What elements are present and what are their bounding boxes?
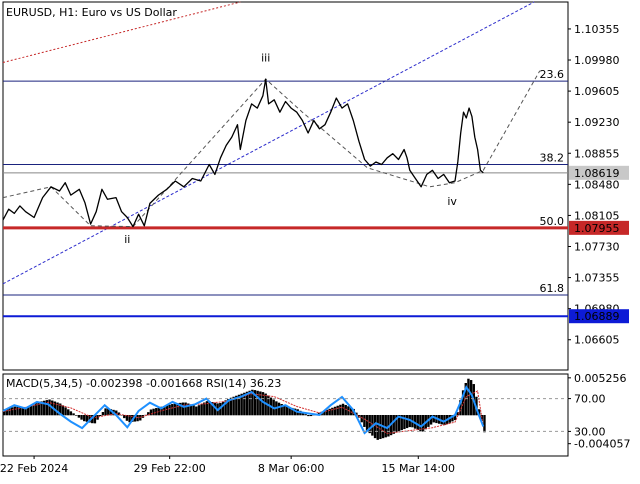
macd-bar [379, 415, 381, 439]
macd-bar [374, 415, 376, 438]
macd-bar [195, 407, 197, 416]
macd-bar [171, 404, 173, 415]
macd-bar [70, 411, 72, 415]
support-price-tag: 1.07955 [574, 222, 620, 235]
price-tick-label: 1.07355 [574, 272, 620, 285]
macd-bar [86, 415, 88, 422]
price-tick-label: 1.08105 [574, 209, 620, 222]
macd-bar [80, 415, 82, 420]
macd-bar [342, 404, 344, 416]
macd-bar [14, 407, 16, 416]
macd-bar [329, 409, 331, 416]
price-tick-label: 1.08480 [574, 178, 620, 191]
time-tick-label: 8 Mar 06:00 [258, 462, 324, 475]
macd-bar [174, 404, 176, 416]
macd-bar [307, 415, 309, 416]
indicator-label: MACD(5,34,5) -0.002398 -0.001668 RSI(14)… [6, 377, 281, 390]
time-tick-label: 29 Feb 22:00 [134, 462, 206, 475]
fib-label: 23.6 [540, 68, 565, 81]
wave-label: iv [447, 195, 457, 208]
price-tick-label: 1.08855 [574, 147, 620, 160]
price-tick-label: 1.09605 [574, 85, 620, 98]
macd-bar [11, 407, 13, 415]
macd-bar [104, 408, 106, 415]
price-tick-label: 1.09230 [574, 116, 620, 129]
price-tick-label: 1.06605 [574, 334, 620, 347]
wave-label: iii [261, 52, 270, 65]
macd-bar [67, 409, 69, 415]
macd-bar [30, 406, 32, 415]
macd-bar [337, 406, 339, 416]
indicator-tick-label: 70.00 [574, 393, 606, 406]
macd-bar [99, 415, 101, 416]
indicator-tick-label: 30.00 [574, 425, 606, 438]
macd-bar [152, 409, 154, 416]
indicator-tick-label: -0.004057 [574, 438, 630, 451]
indicator-tick-label: 0.005256 [574, 372, 627, 385]
fib-label: 38.2 [540, 151, 565, 164]
macd-bar [83, 415, 85, 421]
macd-bar [198, 405, 200, 415]
chart-title: EURUSD, H1: Euro vs US Dollar [6, 6, 177, 19]
macd-bar [366, 415, 368, 431]
macd-bar [182, 403, 184, 416]
fib-label: 50.0 [540, 215, 565, 228]
macd-bar [78, 415, 80, 418]
current-price-tag: 1.08619 [574, 167, 620, 180]
macd-bar [406, 415, 408, 428]
macd-bar [72, 413, 74, 415]
macd-bar [286, 407, 288, 416]
macd-bar [102, 412, 104, 415]
macd-bar [75, 415, 77, 416]
macd-bar [363, 415, 365, 427]
time-tick-label: 15 Mar 14:00 [382, 462, 455, 475]
price-tick-label: 1.07730 [574, 241, 620, 254]
macd-bar [339, 405, 341, 416]
macd-bar [64, 407, 66, 415]
macd-bar [467, 379, 469, 416]
macd-bar [331, 408, 333, 416]
macd-bar [16, 407, 18, 416]
eurusd-chart: 23.638.250.061.8 iiiiiiv 1.103551.099801… [0, 0, 640, 480]
macd-bar [150, 410, 152, 416]
macd-bar [417, 415, 419, 430]
macd-bar [278, 403, 280, 416]
macd-bar [310, 415, 312, 416]
fib-label: 61.8 [540, 282, 565, 295]
macd-bar [184, 403, 186, 416]
macd-bar [304, 414, 306, 415]
macd-bar [168, 405, 170, 416]
macd-bar [483, 415, 485, 432]
chart-root: 23.638.250.061.8 iiiiiiv 1.103551.099801… [0, 0, 640, 480]
price-tick-label: 1.10355 [574, 23, 620, 36]
macd-bar [166, 405, 168, 415]
blue-level-tag: 1.06889 [574, 310, 620, 323]
macd-bar [200, 404, 202, 415]
price-tick-label: 1.09980 [574, 54, 620, 67]
macd-bar [62, 405, 64, 415]
macd-bar [203, 403, 205, 416]
macd-bar [48, 400, 50, 416]
macd-bar [192, 406, 194, 416]
macd-bar [334, 407, 336, 416]
macd-bar [326, 410, 328, 416]
wave-label: ii [124, 233, 130, 246]
time-tick-label: 22 Feb 2024 [0, 462, 68, 475]
macd-bar [283, 405, 285, 415]
